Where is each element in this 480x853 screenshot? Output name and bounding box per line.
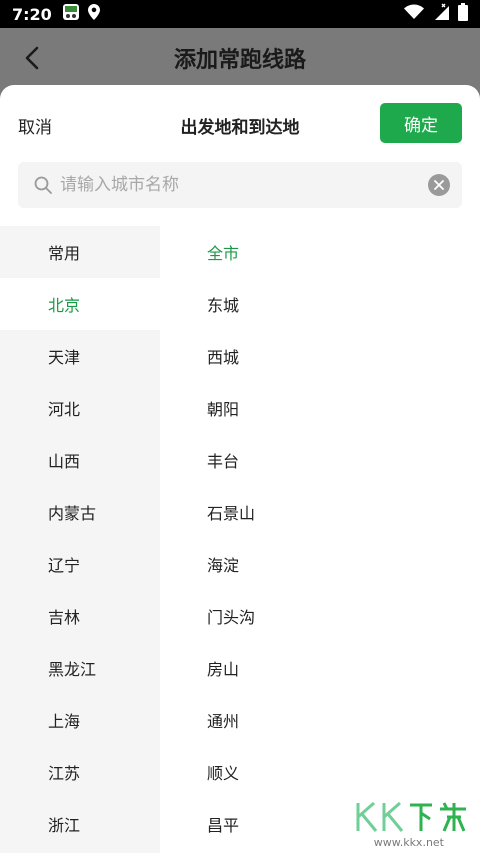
status-bar: 7:20 [0, 0, 480, 28]
district-list: 全市 东城 西城 朝阳 丰台 石景山 海淀 门头沟 房山 通州 顺义 昌平 [160, 226, 480, 853]
clear-search-icon[interactable] [428, 174, 450, 196]
sheet-header: 取消 出发地和到达地 确定 [0, 85, 480, 161]
district-item-mentougou[interactable]: 门头沟 [160, 590, 480, 642]
district-item-fengtai[interactable]: 丰台 [160, 434, 480, 486]
province-item-tianjin[interactable]: 天津 [0, 330, 160, 382]
province-item-inner-mongolia[interactable]: 内蒙古 [0, 486, 160, 538]
location-icon [87, 4, 100, 24]
province-list: 常用 北京 天津 河北 山西 内蒙古 辽宁 吉林 黑龙江 上海 江苏 浙江 [0, 226, 160, 853]
district-item-chaoyang[interactable]: 朝阳 [160, 382, 480, 434]
district-item-changping[interactable]: 昌平 [160, 798, 480, 850]
province-item-jilin[interactable]: 吉林 [0, 590, 160, 642]
district-item-tongzhou[interactable]: 通州 [160, 694, 480, 746]
search-input[interactable] [60, 175, 428, 195]
province-item-shanxi[interactable]: 山西 [0, 434, 160, 486]
province-item-jiangsu[interactable]: 江苏 [0, 746, 160, 798]
province-item-zhejiang[interactable]: 浙江 [0, 798, 160, 850]
battery-icon [458, 3, 468, 25]
status-time: 7:20 [12, 4, 52, 24]
back-button[interactable] [18, 44, 46, 72]
province-item-hebei[interactable]: 河北 [0, 382, 160, 434]
chevron-left-icon [25, 46, 39, 70]
district-item-shijingshan[interactable]: 石景山 [160, 486, 480, 538]
district-item-shunyi[interactable]: 顺义 [160, 746, 480, 798]
district-item-all-city[interactable]: 全市 [160, 226, 480, 278]
province-item-liaoning[interactable]: 辽宁 [0, 538, 160, 590]
cancel-button[interactable]: 取消 [18, 113, 52, 138]
district-item-xicheng[interactable]: 西城 [160, 330, 480, 382]
province-item-shanghai[interactable]: 上海 [0, 694, 160, 746]
search-box [18, 162, 462, 208]
page-title: 添加常跑线路 [173, 48, 306, 73]
signal-icon [432, 3, 450, 25]
district-item-haidian[interactable]: 海淀 [160, 538, 480, 590]
city-picker-sheet: 取消 出发地和到达地 确定 常用 北京 天津 河北 山西 内蒙古 辽宁 吉林 黑… [0, 85, 480, 853]
search-icon [34, 175, 54, 195]
page-header: 添加常跑线路 [0, 28, 480, 88]
app-notification-icon [62, 3, 80, 25]
district-item-fangshan[interactable]: 房山 [160, 642, 480, 694]
province-item-beijing[interactable]: 北京 [0, 278, 160, 330]
province-item-common[interactable]: 常用 [0, 226, 160, 278]
status-left-icons [62, 3, 100, 25]
province-item-heilongjiang[interactable]: 黑龙江 [0, 642, 160, 694]
district-item-dongcheng[interactable]: 东城 [160, 278, 480, 330]
wifi-icon [404, 4, 424, 24]
status-right-icons [404, 3, 468, 25]
confirm-button[interactable]: 确定 [380, 103, 462, 143]
